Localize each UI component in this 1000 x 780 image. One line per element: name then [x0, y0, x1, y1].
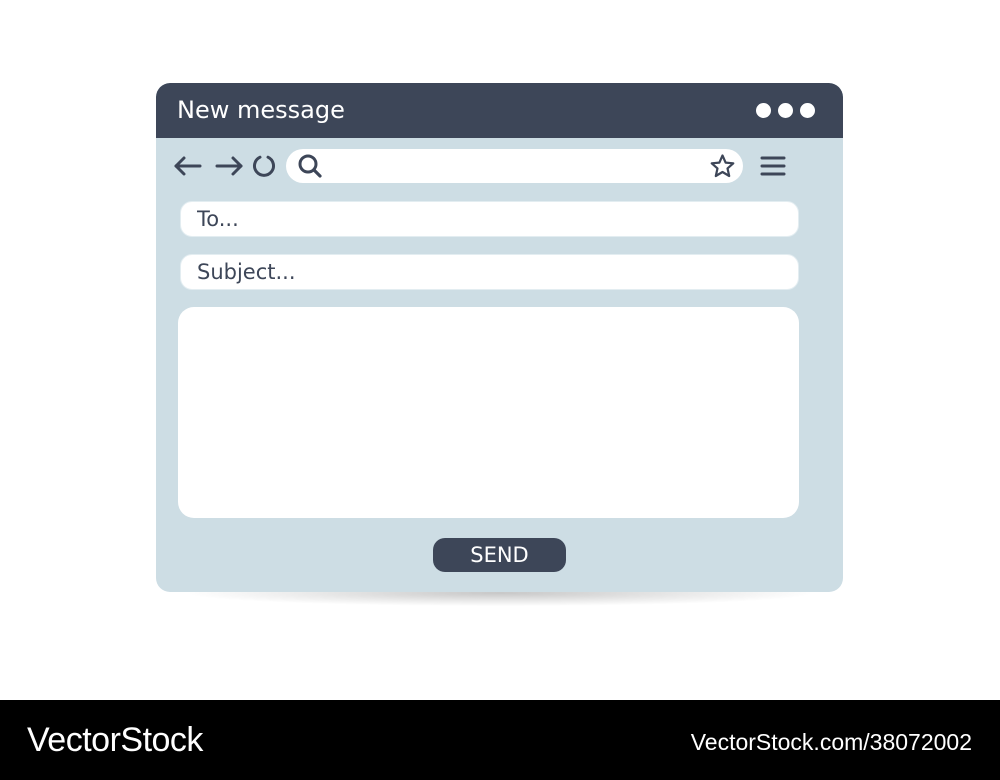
- subject-input[interactable]: [197, 259, 777, 285]
- window-title: New message: [177, 96, 345, 124]
- hamburger-menu-icon[interactable]: [759, 153, 787, 179]
- title-bar: New message: [156, 83, 843, 138]
- watermark-footer: VectorStock VectorStock.com/38072002: [0, 700, 1000, 780]
- message-body-textarea[interactable]: [178, 307, 799, 518]
- to-input[interactable]: [197, 206, 777, 232]
- canvas: New message To... Subject... SEND Vector…: [0, 0, 1000, 780]
- arrow-left-icon[interactable]: [173, 151, 203, 181]
- more-options-icon[interactable]: [756, 103, 815, 118]
- to-field[interactable]: [180, 201, 799, 237]
- send-button[interactable]: SEND: [433, 538, 566, 572]
- dot-icon: [778, 103, 793, 118]
- dot-icon: [756, 103, 771, 118]
- url-input[interactable]: [330, 154, 704, 180]
- compose-window: New message To... Subject... SEND: [156, 83, 843, 592]
- search-icon[interactable]: [297, 153, 323, 179]
- watermark-url: VectorStock.com/38072002: [690, 729, 972, 755]
- reload-icon[interactable]: [249, 151, 279, 181]
- watermark-brand: VectorStock: [27, 721, 203, 759]
- star-icon[interactable]: [709, 153, 736, 180]
- url-bar[interactable]: [286, 149, 743, 183]
- subject-field[interactable]: [180, 254, 799, 290]
- arrow-right-icon[interactable]: [214, 151, 244, 181]
- dot-icon: [800, 103, 815, 118]
